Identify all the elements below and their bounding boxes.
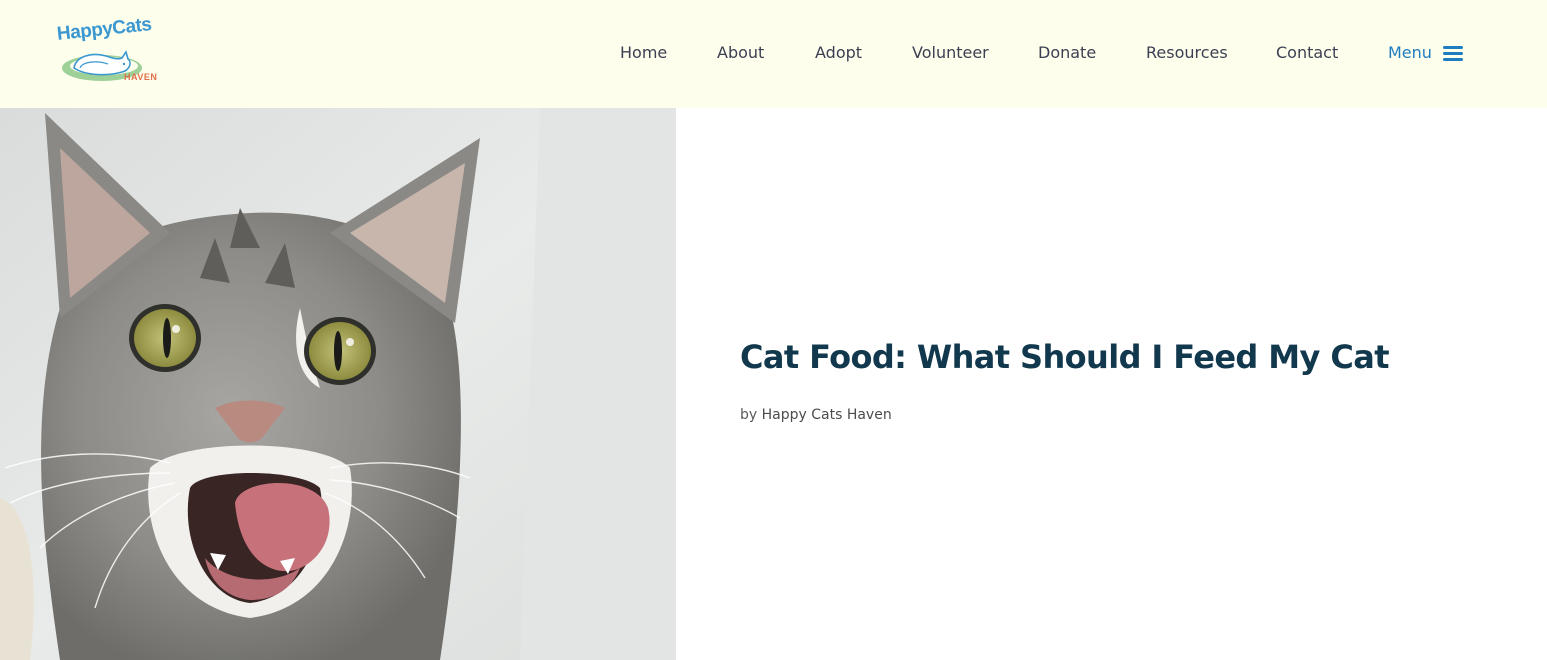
- cat-photo: [0, 108, 676, 660]
- main-nav: Home About Adopt Volunteer Donate Resour…: [0, 42, 1547, 66]
- hero-image: [0, 108, 676, 660]
- author-link[interactable]: Happy Cats Haven: [762, 407, 892, 423]
- nav-item-about[interactable]: About: [717, 42, 764, 64]
- menu-label: Menu: [1388, 43, 1432, 62]
- nav-item-volunteer[interactable]: Volunteer: [912, 42, 989, 64]
- post-title: Cat Food: What Should I Feed My Cat: [740, 338, 1390, 376]
- menu-button[interactable]: Menu: [1388, 42, 1464, 64]
- nav-item-adopt[interactable]: Adopt: [815, 42, 862, 64]
- site-header: HappyCats HAVEN Home About Adopt Volunte…: [0, 0, 1547, 108]
- byline-prefix: by: [740, 407, 758, 423]
- post-byline: by Happy Cats Haven: [740, 405, 892, 425]
- hamburger-icon: [1442, 46, 1463, 61]
- nav-item-contact[interactable]: Contact: [1276, 42, 1338, 64]
- nav-item-home[interactable]: Home: [620, 42, 667, 64]
- logo-subtitle: HAVEN: [124, 72, 158, 82]
- nav-item-resources[interactable]: Resources: [1146, 42, 1228, 64]
- nav-item-donate[interactable]: Donate: [1038, 42, 1096, 64]
